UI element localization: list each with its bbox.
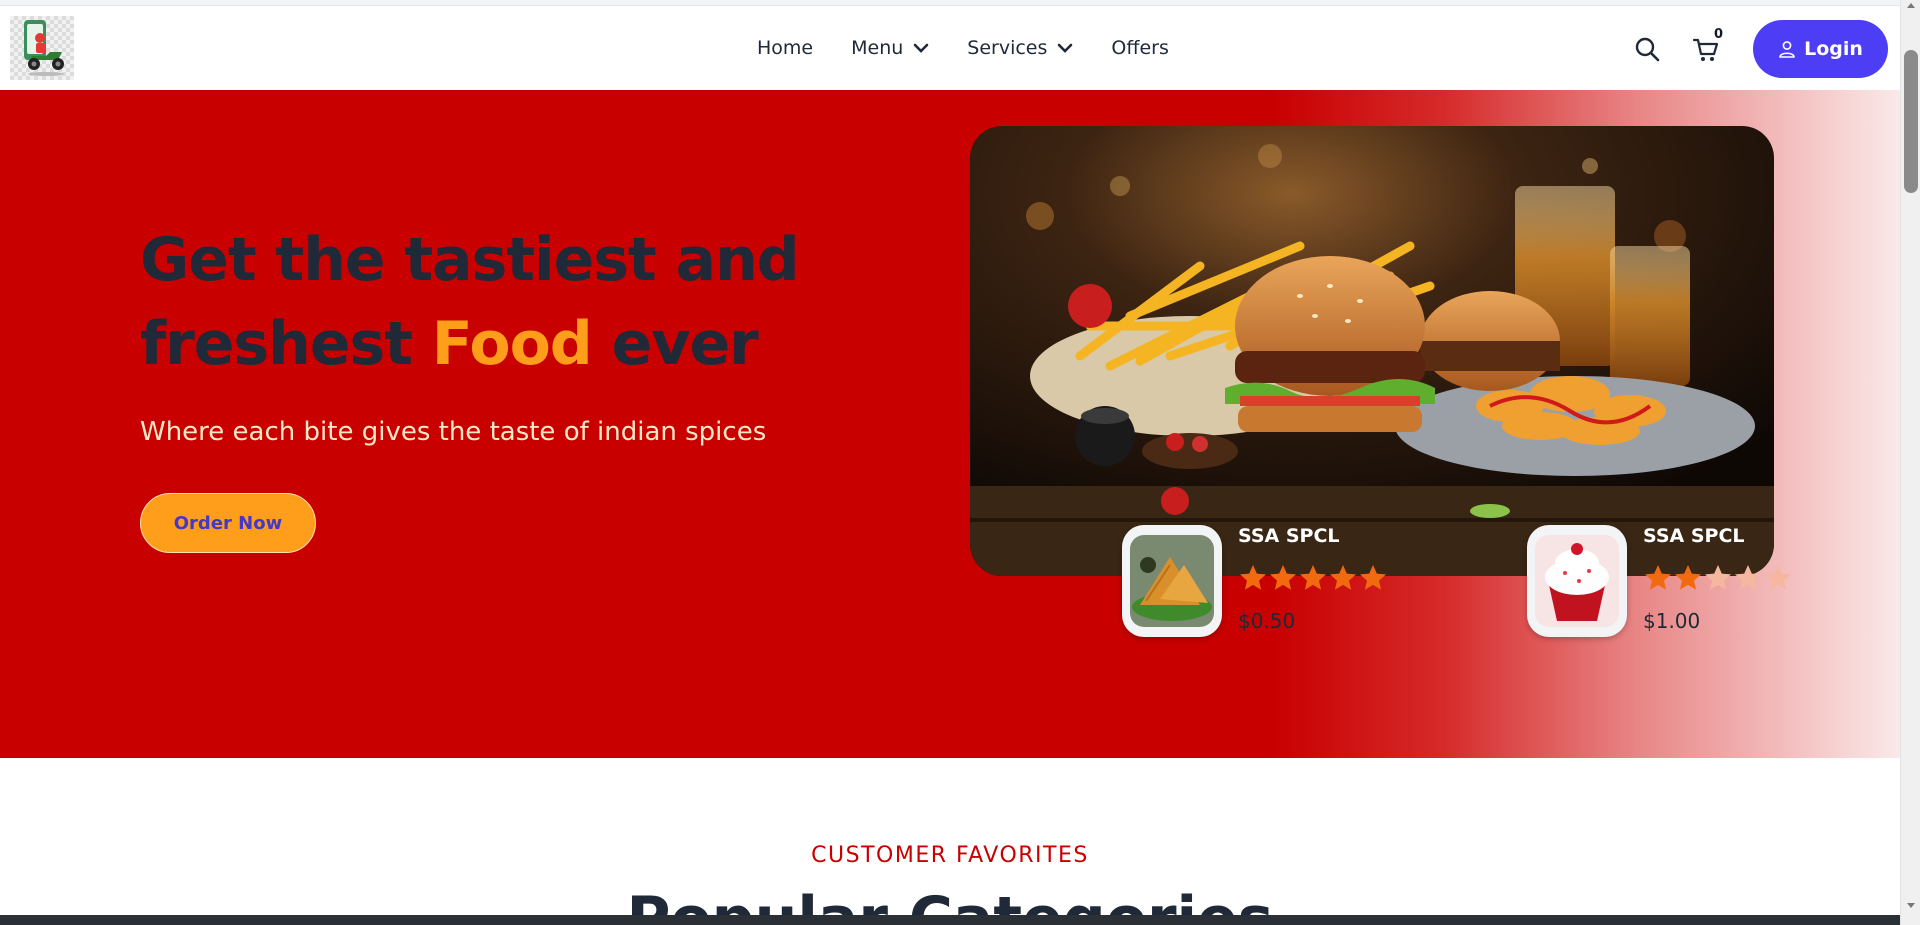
samosa-image — [1130, 535, 1214, 627]
hero-subtitle: Where each bite gives the taste of india… — [140, 417, 767, 447]
nav-offers-label: Offers — [1111, 37, 1169, 59]
main-nav: Home Menu Services Offers — [757, 6, 1169, 90]
order-now-label: Order Now — [173, 512, 283, 534]
star-empty-icon — [1765, 565, 1791, 590]
hero-title: Get the tastiest and freshest Food ever — [140, 218, 880, 386]
page-scrollbar[interactable] — [1900, 0, 1920, 925]
star-filled-icon — [1270, 565, 1296, 590]
product-price: $1.00 — [1643, 609, 1701, 633]
nav-menu-label: Menu — [851, 37, 904, 59]
search-button[interactable] — [1634, 36, 1660, 62]
star-filled-icon — [1360, 565, 1386, 590]
product-thumbnail — [1527, 525, 1627, 637]
star-filled-icon — [1645, 565, 1671, 590]
nav-home[interactable]: Home — [757, 37, 813, 59]
product-price: $0.50 — [1238, 609, 1296, 633]
hero-title-line1: Get the tastiest and — [140, 225, 800, 295]
product-thumbnail — [1122, 525, 1222, 637]
product-card[interactable]: SSA SPCL $1.00 — [1527, 525, 1817, 645]
user-icon — [1779, 41, 1795, 58]
star-filled-icon — [1330, 565, 1356, 590]
nav-menu[interactable]: Menu — [851, 37, 929, 59]
nav-services[interactable]: Services — [967, 37, 1073, 59]
nav-home-label: Home — [757, 37, 814, 59]
cart-count-badge: 0 — [1714, 27, 1724, 42]
hero-banner: Get the tastiest and freshest Food ever … — [0, 90, 1900, 758]
product-rating — [1643, 563, 1793, 593]
nav-offers[interactable]: Offers — [1111, 37, 1168, 59]
site-logo[interactable] — [10, 16, 74, 80]
chevron-down-icon — [1058, 43, 1073, 53]
bottom-dark-bar — [0, 915, 1900, 925]
star-empty-icon — [1705, 565, 1731, 590]
product-rating — [1238, 563, 1388, 593]
burger-fries-photo — [970, 126, 1774, 576]
hero-title-accent: Food — [431, 309, 593, 379]
hero-title-ever: ever — [611, 309, 759, 379]
scrollbar-thumb[interactable] — [1904, 50, 1918, 193]
section-kicker: CUSTOMER FAVORITES — [811, 843, 1089, 868]
order-now-button[interactable]: Order Now — [140, 493, 316, 553]
delivery-scooter-logo-icon — [24, 20, 64, 76]
hero-food-image — [970, 126, 1774, 576]
cupcake-image — [1535, 535, 1619, 627]
login-button[interactable]: Login — [1753, 20, 1888, 78]
chevron-down-icon — [913, 43, 929, 53]
search-icon — [1635, 37, 1660, 62]
product-card[interactable]: SSA SPCL $0.50 — [1122, 525, 1412, 645]
navbar: Home Menu Services Offers 0 Login — [0, 6, 1900, 90]
product-name: SSA SPCL — [1643, 525, 1745, 547]
nav-services-label: Services — [967, 37, 1048, 59]
product-name: SSA SPCL — [1238, 525, 1340, 547]
star-filled-icon — [1240, 565, 1266, 590]
hero-title-freshest: freshest — [140, 309, 413, 379]
star-filled-icon — [1300, 565, 1326, 590]
scroll-down-arrow-icon[interactable] — [1907, 903, 1915, 908]
login-label: Login — [1804, 38, 1863, 60]
star-filled-icon — [1675, 565, 1701, 590]
scroll-up-arrow-icon[interactable] — [1907, 3, 1915, 8]
star-empty-icon — [1735, 565, 1761, 590]
